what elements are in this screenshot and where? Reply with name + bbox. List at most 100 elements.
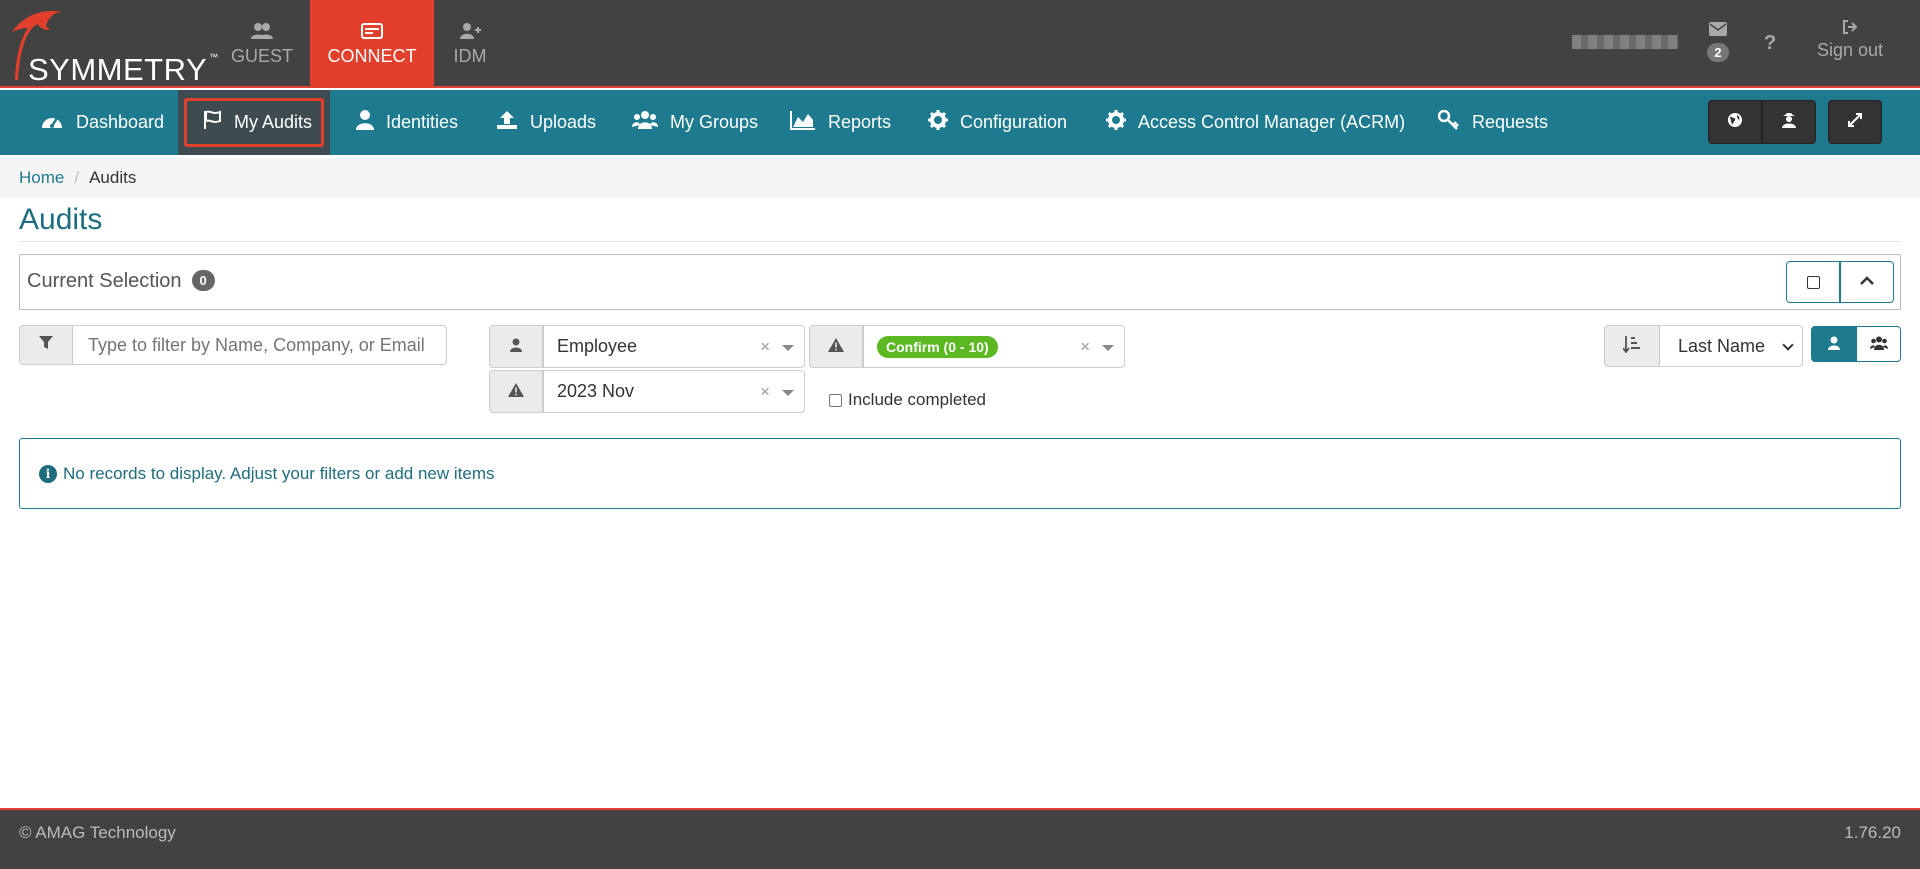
title-divider (19, 241, 1901, 242)
nav-item-label: Uploads (530, 112, 597, 132)
breadcrumb-separator: / (74, 168, 80, 187)
filter-addon (19, 325, 73, 365)
nav-item-acrm[interactable]: Access Control Manager (ACRM) (1106, 90, 1405, 155)
area-chart-icon (790, 110, 816, 136)
user-secret-icon (1782, 112, 1796, 133)
nav-item-requests[interactable]: Requests (1437, 90, 1549, 155)
chevron-down-icon (1782, 339, 1794, 351)
id-card-icon (361, 22, 383, 42)
expand-icon (1847, 112, 1863, 133)
nav-item-my-groups[interactable]: My Groups (632, 90, 758, 155)
sort-addon (1604, 325, 1660, 367)
breadcrumb-current: Audits (89, 168, 137, 187)
active-highlight-frame (184, 98, 324, 147)
logo-wordmark: SYMMETRY ™ (28, 52, 219, 87)
fullscreen-button[interactable] (1828, 100, 1882, 144)
gear-icon (1106, 109, 1126, 136)
filter-icon (39, 336, 53, 354)
nav-item-uploads[interactable]: Uploads (496, 90, 596, 155)
nav-item-my-audits[interactable]: My Audits (178, 90, 330, 155)
sort-by-select[interactable]: Last Name (1659, 325, 1803, 367)
users-plus-icon (251, 22, 273, 42)
chevron-down-icon (782, 389, 794, 396)
app-tab-connect[interactable]: CONNECT (310, 0, 434, 88)
search-input[interactable] (72, 325, 447, 365)
square-icon (1806, 275, 1820, 289)
view-individuals-button[interactable] (1811, 326, 1856, 362)
include-completed-label: Include completed (848, 390, 986, 409)
sign-out-icon (1812, 20, 1888, 40)
chevron-down-icon (1102, 344, 1114, 351)
nav-item-label: Requests (1472, 112, 1549, 132)
top-header: SYMMETRY ™ GUEST CONNECT IDM 2 ? Sign out (0, 0, 1920, 88)
user-plus-icon (459, 22, 481, 42)
no-records-alert: i No records to display. Adjust your fil… (19, 438, 1901, 509)
no-records-message: No records to display. Adjust your filte… (63, 463, 495, 483)
messages-button[interactable]: 2 (1700, 20, 1736, 62)
footer-version: 1.76.20 (1844, 823, 1901, 842)
current-selection-panel: Current Selection 0 (19, 254, 1901, 310)
breadcrumb-home[interactable]: Home (19, 168, 64, 188)
nav-item-reports[interactable]: Reports (790, 90, 891, 155)
upload-icon (496, 110, 518, 136)
nav-item-label: Identities (386, 112, 459, 132)
dashboard-icon (40, 110, 64, 136)
current-selection-title: Current Selection 0 (27, 270, 215, 293)
clear-icon[interactable]: × (760, 337, 770, 357)
group-icon (1869, 336, 1888, 353)
period-addon (489, 370, 543, 413)
app-tab-guest[interactable]: GUEST (222, 0, 302, 88)
collapse-panel-button[interactable] (1840, 261, 1894, 303)
nav-item-label: Reports (828, 112, 892, 132)
sort-amount-icon (1622, 335, 1641, 357)
nav-item-dashboard[interactable]: Dashboard (40, 90, 164, 155)
help-icon[interactable]: ? (1764, 32, 1776, 55)
group-icon (632, 110, 658, 136)
app-tab-label: GUEST (230, 45, 293, 66)
select-all-button[interactable] (1786, 261, 1840, 303)
chevron-down-icon (782, 344, 794, 351)
nav-item-label: Access Control Manager (ACRM) (1138, 112, 1406, 132)
chevron-up-icon (1860, 273, 1874, 291)
clear-icon[interactable]: × (1080, 337, 1090, 357)
period-select[interactable]: 2023 Nov × (543, 370, 805, 413)
symmetry-logo[interactable]: SYMMETRY ™ (6, 6, 218, 87)
messages-count-badge: 2 (1707, 43, 1729, 62)
nav-item-label: My Groups (670, 112, 759, 132)
nav-item-label: Dashboard (76, 112, 165, 132)
include-completed-checkbox[interactable] (829, 393, 842, 407)
user-icon (510, 338, 522, 356)
footer-copyright: © AMAG Technology (19, 823, 176, 842)
current-selection-label: Current Selection (27, 270, 182, 292)
user-icon (356, 109, 374, 136)
app-tab-label: CONNECT (327, 45, 417, 66)
status-select[interactable]: Confirm (0 - 10) × (863, 325, 1125, 368)
globe-icon (1727, 112, 1743, 133)
info-icon: i (39, 464, 57, 483)
view-groups-button[interactable] (1856, 326, 1901, 362)
gear-icon (928, 109, 948, 136)
sign-out-label: Sign out (1816, 40, 1884, 60)
username-redacted[interactable] (1572, 35, 1678, 49)
language-button[interactable] (1708, 100, 1762, 144)
selection-count-badge: 0 (191, 270, 215, 291)
identity-type-select[interactable]: Employee × (543, 325, 805, 368)
period-value: 2023 Nov (557, 381, 635, 401)
nav-item-configuration[interactable]: Configuration (928, 90, 1067, 155)
main-nav: Dashboard My Audits Identities Uploads M… (0, 90, 1920, 155)
breadcrumb: Home / Audits (0, 158, 1920, 198)
page-title: Audits (19, 203, 103, 236)
app-tab-idm[interactable]: IDM (440, 0, 500, 88)
status-addon (809, 325, 863, 368)
key-icon (1437, 109, 1460, 136)
user-profile-button[interactable] (1762, 100, 1816, 144)
footer: © AMAG Technology 1.76.20 (0, 808, 1920, 869)
sort-by-value: Last Name (1678, 335, 1766, 356)
include-completed-toggle[interactable]: Include completed (829, 390, 986, 410)
identity-type-addon (489, 325, 543, 368)
nav-item-label: Configuration (960, 112, 1068, 132)
nav-item-identities[interactable]: Identities (356, 90, 458, 155)
clear-icon[interactable]: × (760, 382, 770, 402)
sign-out-button[interactable]: Sign out (1812, 20, 1888, 61)
app-tab-label: IDM (453, 45, 487, 66)
